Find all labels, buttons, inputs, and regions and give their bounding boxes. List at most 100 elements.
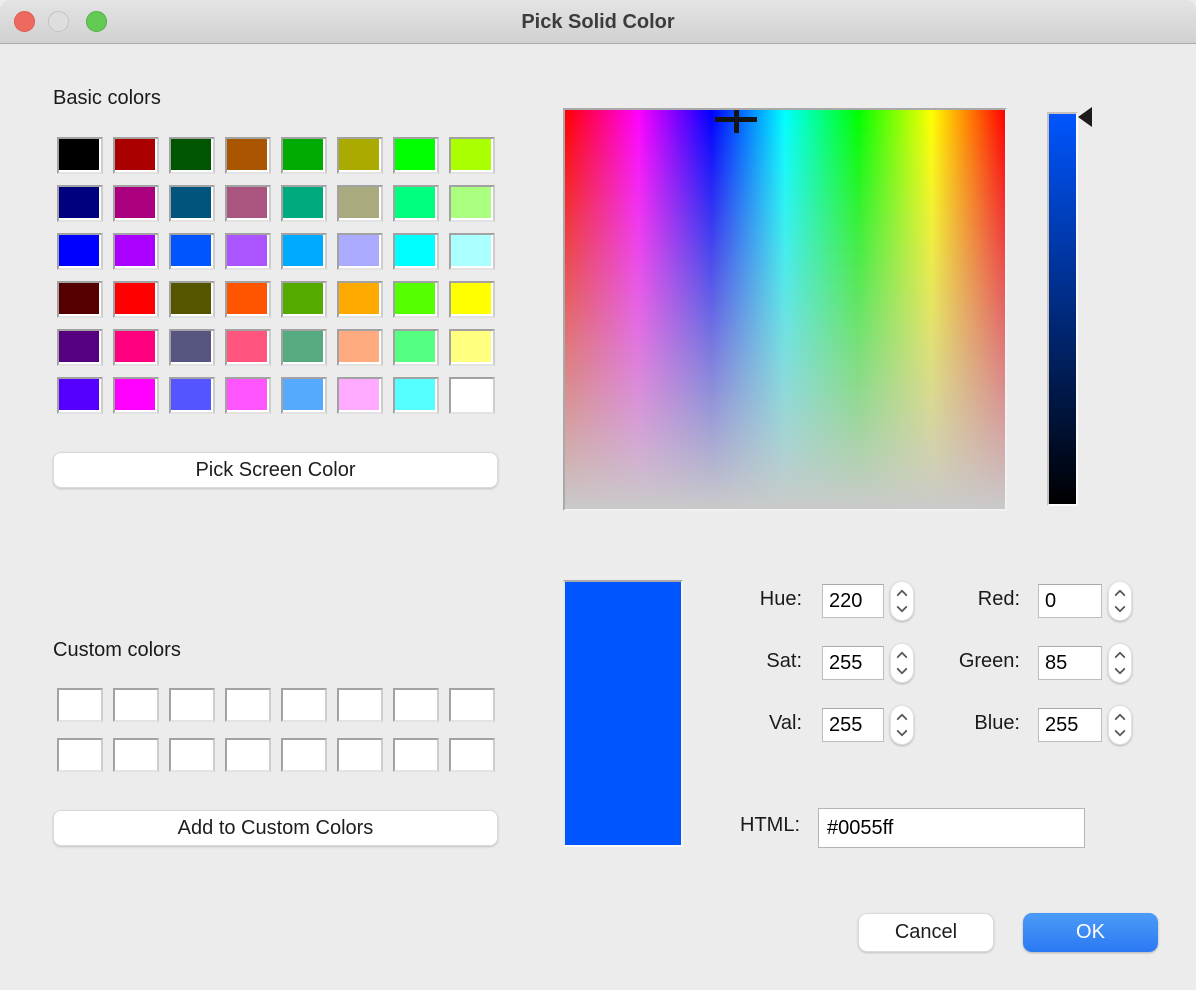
color-swatch[interactable] [393, 281, 439, 318]
color-swatch[interactable] [57, 377, 103, 414]
color-swatch[interactable] [225, 377, 271, 414]
color-swatch[interactable] [337, 137, 383, 174]
color-swatch[interactable] [225, 233, 271, 270]
color-swatch[interactable] [393, 688, 439, 722]
chevron-down-icon[interactable] [1114, 663, 1125, 674]
color-swatch[interactable] [337, 185, 383, 222]
color-swatch-fill [171, 379, 211, 410]
color-swatch[interactable] [281, 185, 327, 222]
color-swatch[interactable] [393, 137, 439, 174]
color-swatch[interactable] [169, 281, 215, 318]
color-swatch[interactable] [113, 377, 159, 414]
color-swatch[interactable] [169, 377, 215, 414]
color-swatch[interactable] [113, 281, 159, 318]
color-swatch[interactable] [449, 688, 495, 722]
color-swatch[interactable] [281, 329, 327, 366]
cancel-button[interactable]: Cancel [858, 913, 994, 952]
color-swatch[interactable] [449, 281, 495, 318]
color-swatch-fill [171, 139, 211, 170]
color-swatch[interactable] [393, 329, 439, 366]
color-swatch[interactable] [337, 688, 383, 722]
color-swatch-fill [171, 187, 211, 218]
chevron-up-icon[interactable] [1114, 713, 1125, 724]
color-swatch[interactable] [281, 377, 327, 414]
pick-screen-color-button[interactable]: Pick Screen Color [53, 452, 498, 488]
blue-stepper[interactable] [1108, 705, 1132, 745]
color-swatch[interactable] [113, 233, 159, 270]
color-swatch[interactable] [57, 185, 103, 222]
color-swatch[interactable] [225, 688, 271, 722]
chevron-down-icon[interactable] [1114, 601, 1125, 612]
color-swatch[interactable] [57, 233, 103, 270]
add-to-custom-colors-button[interactable]: Add to Custom Colors [53, 810, 498, 846]
color-swatch[interactable] [393, 377, 439, 414]
color-swatch[interactable] [57, 329, 103, 366]
chevron-up-icon[interactable] [1114, 589, 1125, 600]
color-swatch[interactable] [169, 137, 215, 174]
color-swatch[interactable] [449, 738, 495, 772]
color-swatch[interactable] [337, 377, 383, 414]
ok-button[interactable]: OK [1023, 913, 1158, 952]
value-slider[interactable] [1047, 112, 1078, 506]
color-swatch[interactable] [169, 738, 215, 772]
color-swatch[interactable] [281, 137, 327, 174]
color-swatch[interactable] [281, 233, 327, 270]
color-swatch[interactable] [225, 137, 271, 174]
color-swatch-fill [283, 331, 323, 362]
color-swatch-fill [395, 283, 435, 314]
chevron-up-icon[interactable] [1114, 651, 1125, 662]
color-swatch-fill [115, 283, 155, 314]
color-swatch[interactable] [113, 185, 159, 222]
color-swatch[interactable] [449, 185, 495, 222]
color-swatch[interactable] [169, 329, 215, 366]
color-swatch[interactable] [337, 233, 383, 270]
color-swatch[interactable] [169, 688, 215, 722]
color-swatch-fill [115, 139, 155, 170]
color-swatch[interactable] [225, 738, 271, 772]
red-input[interactable] [1038, 584, 1102, 618]
color-swatch[interactable] [337, 281, 383, 318]
color-swatch[interactable] [393, 185, 439, 222]
color-swatch[interactable] [449, 377, 495, 414]
color-swatch[interactable] [393, 738, 439, 772]
color-swatch[interactable] [57, 137, 103, 174]
color-swatch[interactable] [169, 185, 215, 222]
color-swatch-fill [171, 740, 211, 768]
color-swatch-fill [339, 235, 379, 266]
color-swatch[interactable] [225, 329, 271, 366]
html-color-input[interactable] [818, 808, 1085, 848]
color-swatch[interactable] [113, 738, 159, 772]
color-swatch[interactable] [281, 281, 327, 318]
green-stepper[interactable] [1108, 643, 1132, 683]
color-swatch[interactable] [337, 329, 383, 366]
basic-colors-grid [57, 137, 495, 414]
color-swatch[interactable] [449, 137, 495, 174]
color-swatch[interactable] [337, 738, 383, 772]
color-swatch[interactable] [113, 137, 159, 174]
color-swatch[interactable] [57, 738, 103, 772]
color-swatch[interactable] [281, 688, 327, 722]
color-swatch[interactable] [57, 281, 103, 318]
slider-arrow-icon[interactable] [1078, 107, 1092, 127]
color-swatch[interactable] [57, 688, 103, 722]
color-swatch[interactable] [393, 233, 439, 270]
chevron-down-icon[interactable] [1114, 725, 1125, 736]
red-stepper[interactable] [1108, 581, 1132, 621]
color-swatch-fill [339, 139, 379, 170]
color-swatch[interactable] [449, 329, 495, 366]
hue-label: Hue: [650, 588, 802, 611]
hue-saturation-map[interactable] [563, 108, 1007, 511]
color-swatch[interactable] [281, 738, 327, 772]
color-swatch[interactable] [449, 233, 495, 270]
sat-label: Sat: [650, 650, 802, 673]
color-swatch[interactable] [225, 281, 271, 318]
green-input[interactable] [1038, 646, 1102, 680]
color-swatch[interactable] [113, 688, 159, 722]
blue-input[interactable] [1038, 708, 1102, 742]
color-swatch[interactable] [169, 233, 215, 270]
color-swatch-fill [283, 379, 323, 410]
color-swatch-fill [451, 740, 491, 768]
color-swatch[interactable] [225, 185, 271, 222]
color-swatch[interactable] [113, 329, 159, 366]
color-swatch-fill [59, 235, 99, 266]
